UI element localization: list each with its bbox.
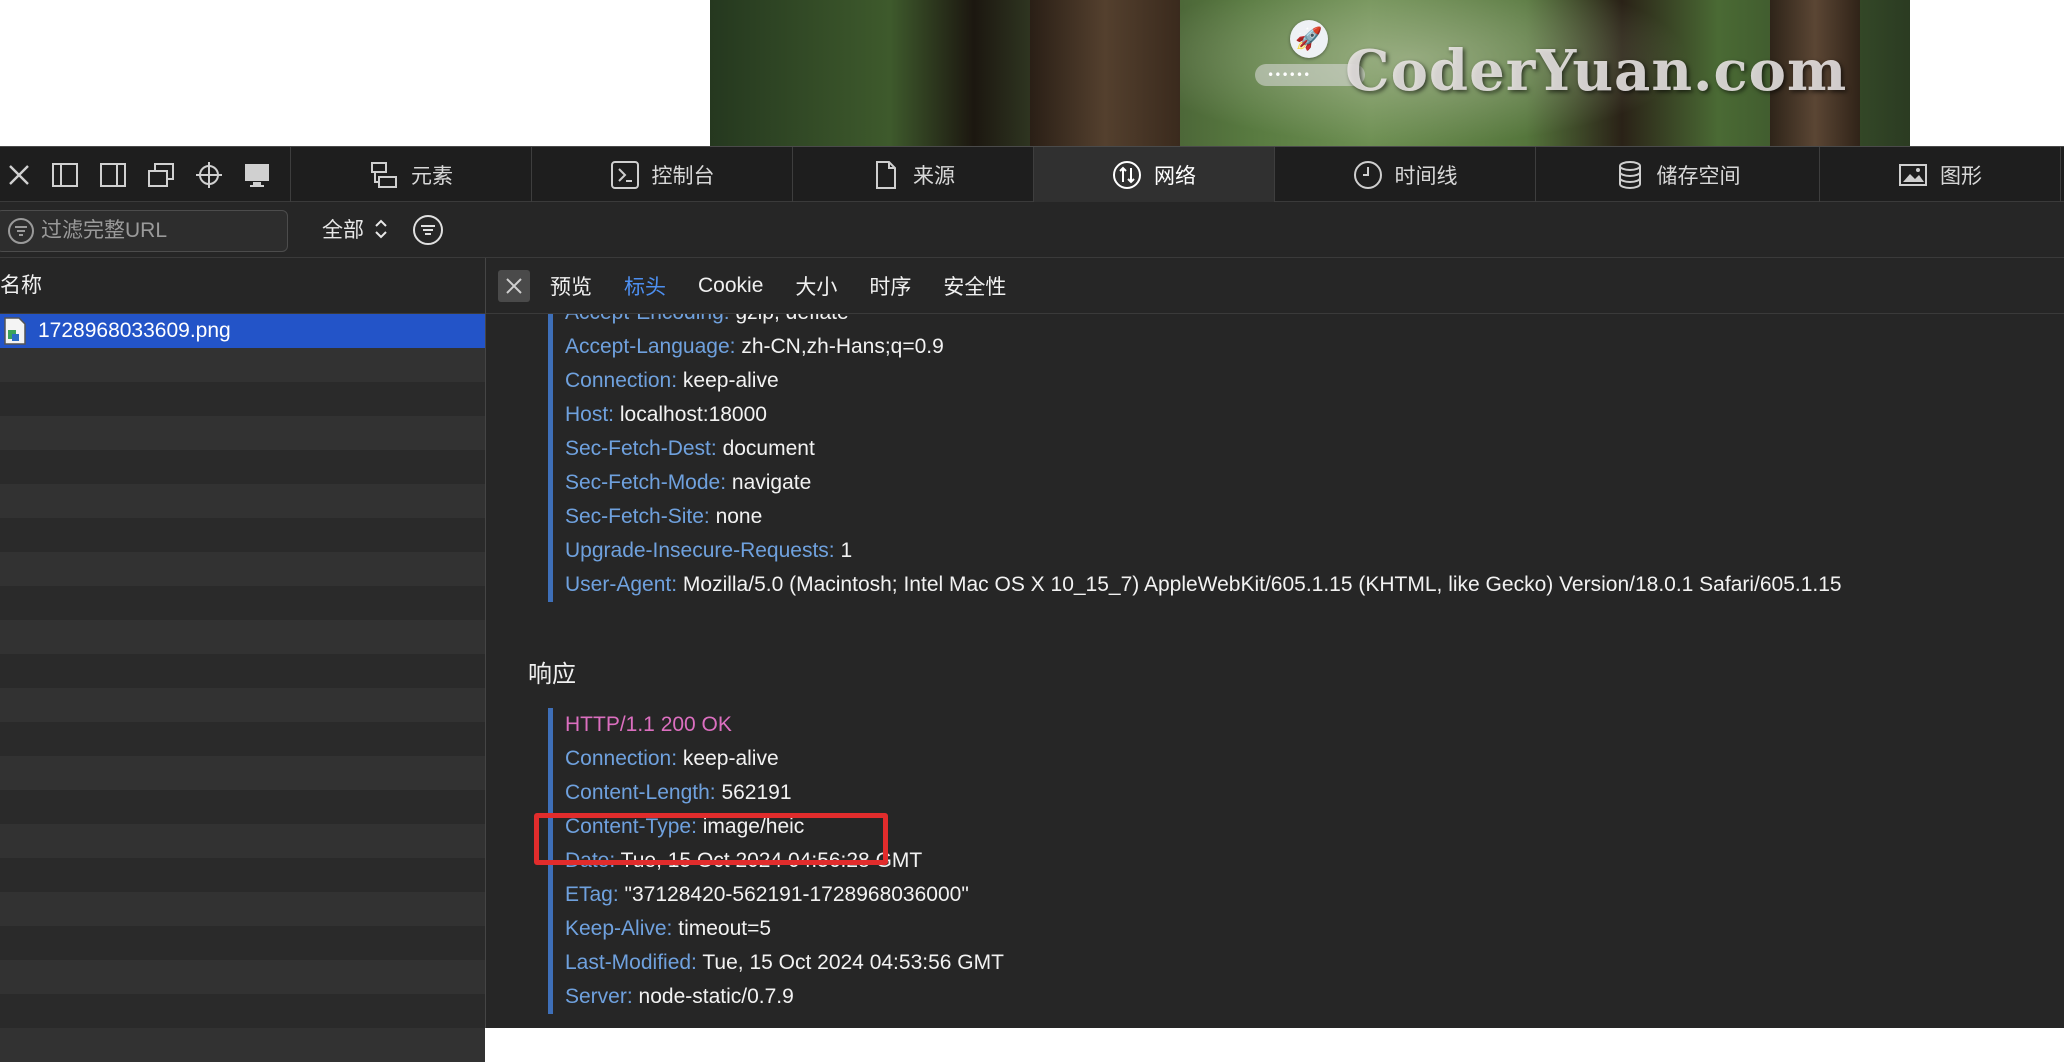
clock-icon: [1353, 160, 1382, 189]
request-headers-group: Accept-Encoding: gzip, deflate Accept-La…: [548, 314, 1842, 602]
tab-storage-label: 储存空间: [1656, 164, 1741, 188]
request-filename: 1728968033609.png: [38, 319, 231, 342]
tab-cookies[interactable]: Cookie: [698, 274, 763, 298]
undock-window-icon[interactable]: [146, 161, 176, 189]
close-details-button[interactable]: [498, 269, 530, 302]
list-row: [0, 824, 485, 858]
tab-elements[interactable]: 元素: [291, 147, 531, 202]
list-row: [0, 450, 485, 484]
header-line: ETag: "37128420-562191-1728968036000": [565, 883, 969, 906]
list-row: [0, 416, 485, 450]
tab-storage[interactable]: 储存空间: [1536, 147, 1819, 202]
header-line: Upgrade-Insecure-Requests: 1: [565, 539, 853, 562]
watermark-text: CoderYuan.com: [1345, 38, 1848, 104]
list-row: [0, 1028, 485, 1062]
tab-network-label: 网络: [1154, 164, 1196, 188]
list-row: [0, 722, 485, 756]
header-line: Connection: keep-alive: [565, 369, 779, 392]
response-section-title: 响应: [528, 661, 576, 688]
resource-type-value: 全部: [322, 219, 364, 242]
header-line: Accept-Language: zh-CN,zh-Hans;q=0.9: [565, 335, 944, 358]
tab-graphics-label: 图形: [1940, 164, 1982, 188]
list-row: [0, 892, 485, 926]
list-row: [0, 518, 485, 552]
header-line: Connection: keep-alive: [565, 747, 779, 770]
tab-headers[interactable]: 标头: [624, 271, 666, 301]
header-line: Sec-Fetch-Site: none: [565, 505, 763, 528]
document-icon: [876, 160, 896, 189]
list-row: [0, 926, 485, 960]
url-filter[interactable]: [0, 210, 288, 252]
header-line: Content-Length: 562191: [565, 781, 792, 804]
tab-sources[interactable]: 来源: [793, 147, 1033, 202]
console-icon: [610, 160, 639, 189]
list-row: [0, 382, 485, 416]
list-row: [0, 688, 485, 722]
image-icon: [1899, 163, 1927, 186]
elements-icon: [371, 161, 397, 188]
header-line: Sec-Fetch-Mode: navigate: [565, 471, 812, 494]
list-row: [0, 620, 485, 654]
header-line: Server: node-static/0.7.9: [565, 985, 794, 1008]
filter-options-icon[interactable]: [412, 214, 444, 246]
dock-side-icon[interactable]: [98, 161, 128, 189]
resource-type-select[interactable]: 全部: [322, 214, 388, 244]
element-picker-icon[interactable]: [194, 161, 224, 189]
network-icon: [1113, 160, 1141, 189]
list-row: [0, 960, 485, 994]
column-header-name[interactable]: 名称: [0, 258, 485, 314]
response-status-line: HTTP/1.1 200 OK: [565, 713, 732, 736]
request-row-selected[interactable]: 1728968033609.png: [0, 314, 485, 348]
tab-network[interactable]: 网络: [1034, 147, 1274, 202]
request-details-panel: 预览 标头 Cookie 大小 时序 安全性 Accept-Encoding: …: [486, 258, 2064, 1028]
headers-content: Accept-Encoding: gzip, deflate Accept-La…: [486, 314, 2064, 1028]
image-file-icon: [4, 317, 26, 345]
header-line: Accept-Encoding: gzip, deflate: [565, 314, 1842, 330]
tab-graphics[interactable]: 图形: [1820, 147, 2060, 202]
details-tab-bar: 预览 标头 Cookie 大小 时序 安全性: [486, 258, 2064, 314]
tab-console[interactable]: 控制台: [532, 147, 792, 202]
close-icon: [506, 277, 522, 294]
rocket-avatar-icon[interactable]: 🚀: [1290, 20, 1328, 58]
network-request-list: 名称 1728968033609.png: [0, 258, 486, 1062]
url-filter-input[interactable]: [39, 218, 283, 244]
database-icon: [1618, 160, 1641, 189]
list-row: [0, 348, 485, 382]
filter-icon: [8, 218, 34, 244]
content-type-highlight-box: [534, 813, 888, 865]
list-row: [0, 790, 485, 824]
list-row: [0, 552, 485, 586]
list-row: [0, 756, 485, 790]
tab-security[interactable]: 安全性: [943, 271, 1006, 301]
list-row: [0, 994, 485, 1028]
list-row: [0, 484, 485, 518]
header-line: User-Agent: Mozilla/5.0 (Macintosh; Inte…: [565, 573, 1842, 596]
device-settings-icon[interactable]: [242, 161, 272, 189]
tab-timelines[interactable]: 时间线: [1275, 147, 1535, 202]
inspector-tab-bar: 元素 控制台 来源 网络 时间线 储存空间 图形: [0, 146, 2064, 203]
tab-sizes[interactable]: 大小: [795, 271, 837, 301]
tab-elements-label: 元素: [411, 164, 453, 188]
dock-bottom-icon[interactable]: [50, 161, 80, 189]
tab-timelines-label: 时间线: [1394, 164, 1458, 188]
web-inspector: 元素 控制台 来源 网络 时间线 储存空间 图形 过滤完整URL 全部 名称 1…: [0, 146, 2064, 1062]
header-line: Keep-Alive: timeout=5: [565, 917, 772, 940]
tab-preview[interactable]: 预览: [550, 271, 592, 301]
tab-console-label: 控制台: [651, 164, 715, 188]
list-row: [0, 858, 485, 892]
list-row: [0, 586, 485, 620]
list-row: [0, 654, 485, 688]
header-line: Last-Modified: Tue, 15 Oct 2024 04:53:56…: [565, 951, 1004, 974]
header-line: Host: localhost:18000: [565, 403, 767, 426]
web-page-viewport: 🚀 •••••• CoderYuan.com: [0, 0, 2064, 146]
header-line: Sec-Fetch-Dest: document: [565, 437, 815, 460]
updown-chevron-icon: [375, 219, 387, 239]
close-icon[interactable]: [4, 161, 34, 189]
tab-timing[interactable]: 时序: [869, 271, 911, 301]
network-filter-bar: 全部: [0, 202, 2064, 258]
tab-sources-label: 来源: [913, 164, 955, 188]
